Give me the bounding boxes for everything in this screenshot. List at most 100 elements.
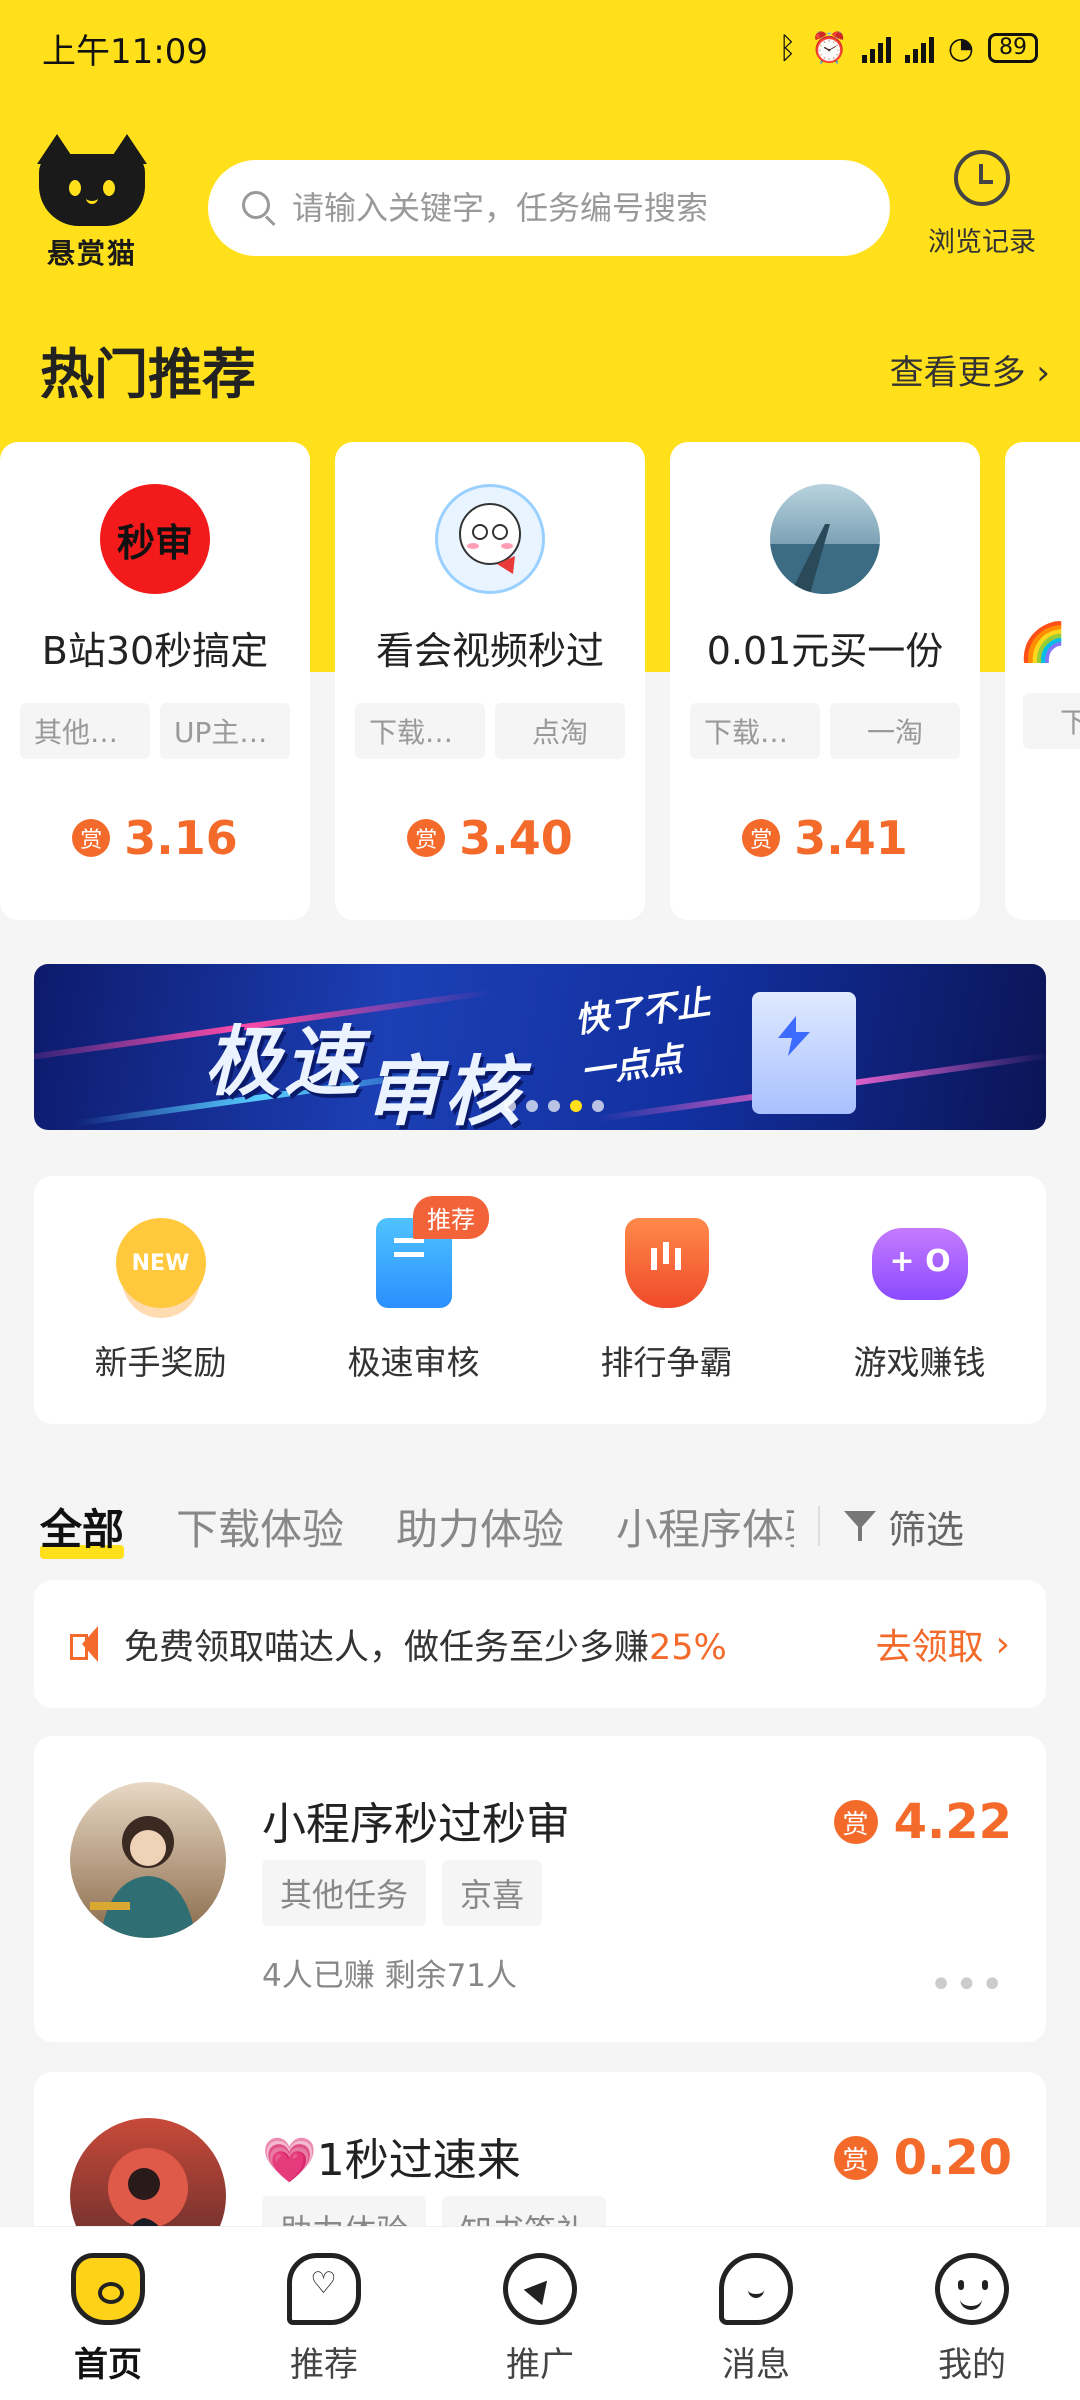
quick-entry-label: 新手奖励 xyxy=(94,1343,227,1382)
hot-section-header: 热门推荐 查看更多 › xyxy=(40,330,1050,409)
home-cat-icon xyxy=(71,2253,145,2325)
card-tag: 下载体验 xyxy=(690,703,820,759)
more-options-icon[interactable]: ••• xyxy=(929,1962,1006,2008)
search-icon xyxy=(242,191,276,227)
tab-all[interactable]: 全部 xyxy=(40,1496,125,1559)
view-more-label: 查看更多 xyxy=(889,353,1026,393)
card-avatar xyxy=(435,484,545,594)
chevron-right-icon: › xyxy=(1036,353,1050,393)
filter-button[interactable]: 筛选 xyxy=(844,1499,964,1554)
reward-badge-icon: 赏 xyxy=(72,819,111,857)
message-bubble-icon xyxy=(719,2253,793,2325)
tabbar-me[interactable]: 我的 xyxy=(864,2227,1080,2400)
send-arrow-icon xyxy=(503,2253,577,2325)
person-photo-icon xyxy=(90,1816,196,1938)
hot-card[interactable]: 🌈 下载 xyxy=(1005,442,1080,920)
card-amount: 3.16 xyxy=(124,811,238,865)
filter-icon xyxy=(844,1509,878,1543)
app-header: 悬赏猫 浏览记录 xyxy=(0,134,1080,272)
tab-miniprogram[interactable]: 小程序体验 xyxy=(616,1496,794,1557)
tabs-divider xyxy=(818,1506,821,1546)
search-bar[interactable] xyxy=(208,160,890,256)
quick-entry-fast-review[interactable]: 推荐 极速审核 xyxy=(287,1176,540,1424)
status-icons: ᛒ ⏰ ◔ 89 xyxy=(778,31,1038,66)
status-bar: 上午11:09 ᛒ ⏰ ◔ 89 xyxy=(0,0,1080,96)
user-avatar xyxy=(70,1782,226,1938)
banner-pagination xyxy=(504,1100,604,1112)
card-title: 🌈 xyxy=(1019,620,1067,664)
hot-card[interactable]: 看会视频秒过 下载体验 点淘 赏 3.40 xyxy=(335,442,645,920)
wifi-icon: ◔ xyxy=(947,30,974,66)
tab-download[interactable]: 下载体验 xyxy=(176,1496,344,1557)
card-title: 看会视频秒过 xyxy=(375,629,604,673)
trophy-icon xyxy=(624,1218,709,1308)
promo-banner[interactable]: 极速 审核 快了不止 一点点 xyxy=(34,964,1046,1130)
tabbar-home[interactable]: 首页 xyxy=(0,2227,216,2400)
card-title: 0.01元买一份 xyxy=(706,629,944,673)
quick-entry-ranking[interactable]: 排行争霸 xyxy=(540,1176,793,1424)
heart-bubble-icon xyxy=(287,2253,361,2325)
signal-icon xyxy=(861,33,891,63)
tab-assist[interactable]: 助力体验 xyxy=(396,1496,564,1557)
card-title: B站30秒搞定 xyxy=(41,629,269,673)
reward-badge-icon: 赏 xyxy=(833,1800,878,1844)
card-avatar: 秒审 xyxy=(100,484,210,594)
bluetooth-icon: ᛒ xyxy=(778,30,797,66)
card-amount: 3.41 xyxy=(794,811,908,865)
quick-entry-grid: NEW 新手奖励 推荐 极速审核 排行争霸 游戏赚钱 xyxy=(34,1176,1046,1424)
quick-entry-label: 排行争霸 xyxy=(600,1343,733,1382)
history-button[interactable]: 浏览记录 xyxy=(912,150,1052,259)
app-logo: 悬赏猫 xyxy=(36,134,148,272)
task-card[interactable]: 小程序秒过秒审 其他任务 京喜 4人已赚 剩余71人 赏 4.22 ••• xyxy=(34,1736,1046,2042)
tabbar-promote[interactable]: 推广 xyxy=(432,2227,648,2400)
signal-icon-2 xyxy=(904,33,934,63)
card-amount: 3.40 xyxy=(459,811,573,865)
tabbar-label: 推广 xyxy=(506,2345,574,2385)
card-tag: 下载 xyxy=(1023,693,1080,749)
category-tabs: 全部 下载体验 助力体验 小程序体验 筛选 xyxy=(40,1490,1050,1562)
card-avatar xyxy=(770,484,880,594)
new-icon-text: NEW xyxy=(131,1250,190,1276)
reward-badge-icon: 赏 xyxy=(833,2136,878,2180)
banner-slogan-1: 快了不止 xyxy=(572,982,713,1042)
gamepad-icon xyxy=(871,1228,968,1300)
quick-entry-label: 极速审核 xyxy=(347,1343,480,1382)
cartoon-avatar-icon xyxy=(459,503,521,574)
task-amount: 4.22 xyxy=(893,1794,1012,1850)
quick-entry-game[interactable]: 游戏赚钱 xyxy=(793,1176,1046,1424)
battery-icon: 89 xyxy=(988,33,1038,63)
smiley-face-icon xyxy=(935,2253,1009,2325)
banner-slogan-2: 一点点 xyxy=(578,1039,685,1093)
task-title: 💗1秒过速来 xyxy=(262,2135,521,2186)
card-tag: 其他任务 xyxy=(20,703,150,759)
bottom-tab-bar: 首页 推荐 推广 消息 我的 xyxy=(0,2226,1080,2400)
banner-text-1: 极速 xyxy=(204,1017,364,1106)
view-more-link[interactable]: 查看更多 › xyxy=(890,345,1050,394)
chevron-right-icon: › xyxy=(995,1623,1010,1665)
task-title: 小程序秒过秒审 xyxy=(262,1799,570,1850)
recommend-badge: 推荐 xyxy=(413,1196,489,1239)
search-input[interactable] xyxy=(292,189,852,227)
card-tag: 下载体验 xyxy=(355,703,485,759)
hot-cards-carousel[interactable]: 秒审 B站30秒搞定 其他任务 UP主任务 赏 3.16 看会视频秒过 下载体验 点淘… xyxy=(0,442,1080,920)
quick-entry-newbie[interactable]: NEW 新手奖励 xyxy=(34,1176,287,1424)
tabbar-messages[interactable]: 消息 xyxy=(648,2227,864,2400)
hot-card[interactable]: 秒审 B站30秒搞定 其他任务 UP主任务 赏 3.16 xyxy=(0,442,310,920)
tabbar-label: 消息 xyxy=(722,2345,790,2385)
filter-label: 筛选 xyxy=(888,1507,965,1552)
hot-card[interactable]: 0.01元买一份 下载体验 一淘 赏 3.41 xyxy=(670,442,980,920)
notice-bar[interactable]: 免费领取喵达人，做任务至少多赚25% 去领取 › xyxy=(34,1580,1046,1708)
clock-history-icon xyxy=(954,150,1010,206)
task-tag: 京喜 xyxy=(442,1860,543,1926)
claim-button[interactable]: 去领取 › xyxy=(876,1618,1010,1670)
speaker-icon xyxy=(70,1626,110,1662)
tabbar-label: 推荐 xyxy=(290,2345,358,2385)
cat-logo-icon xyxy=(37,134,147,226)
quick-entry-label: 游戏赚钱 xyxy=(853,1343,986,1382)
tabbar-recommend[interactable]: 推荐 xyxy=(216,2227,432,2400)
card-tag: 一淘 xyxy=(830,703,960,759)
new-badge-icon: NEW xyxy=(115,1218,206,1308)
hot-title: 热门推荐 xyxy=(40,343,256,406)
logo-name: 悬赏猫 xyxy=(46,237,137,270)
notice-message: 免费领取喵达人，做任务至少多赚25% xyxy=(124,1619,876,1670)
